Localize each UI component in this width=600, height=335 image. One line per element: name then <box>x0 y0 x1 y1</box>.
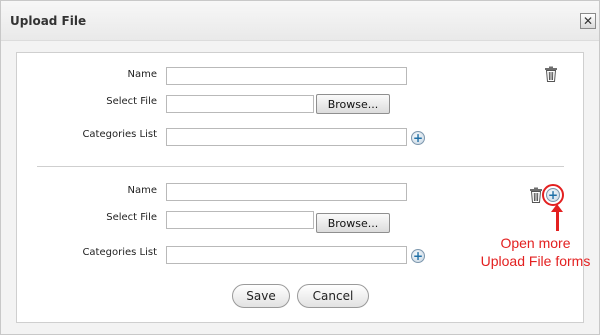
browse-button[interactable]: Browse... <box>316 94 390 114</box>
categories-list-label: Categories List <box>82 247 157 258</box>
add-form-highlight <box>542 184 564 206</box>
name-input[interactable] <box>166 183 407 201</box>
add-category-icon[interactable]: + <box>411 131 425 145</box>
select-file-label: Select File <box>106 96 157 107</box>
dialog-titlebar: Upload File ✕ <box>1 1 599 41</box>
annotation-text: Open more Upload File forms <box>463 234 600 270</box>
save-button[interactable]: Save <box>232 284 290 308</box>
annotation-line-2: Upload File forms <box>480 253 591 269</box>
upload-file-dialog: Upload File ✕ Name Select File Browse...… <box>0 0 600 335</box>
add-category-icon[interactable]: + <box>411 249 425 263</box>
annotation-line-1: Open more <box>500 235 571 251</box>
file-path-input[interactable] <box>166 211 314 229</box>
browse-button[interactable]: Browse... <box>316 213 390 233</box>
annotation-arrow-line <box>556 211 559 231</box>
categories-list-input[interactable] <box>166 128 407 146</box>
name-label: Name <box>127 185 157 196</box>
form-divider <box>37 166 564 167</box>
select-file-label: Select File <box>106 212 157 223</box>
upload-forms-panel: Name Select File Browse... Categories Li… <box>16 52 584 323</box>
cancel-button[interactable]: Cancel <box>297 284 369 308</box>
trash-icon[interactable] <box>529 187 543 203</box>
categories-list-label: Categories List <box>82 129 157 140</box>
dialog-title: Upload File <box>10 14 87 28</box>
categories-list-input[interactable] <box>166 246 407 264</box>
file-path-input[interactable] <box>166 95 314 113</box>
name-input[interactable] <box>166 67 407 85</box>
close-icon[interactable]: ✕ <box>580 13 596 29</box>
trash-icon[interactable] <box>544 66 558 82</box>
name-label: Name <box>127 69 157 80</box>
